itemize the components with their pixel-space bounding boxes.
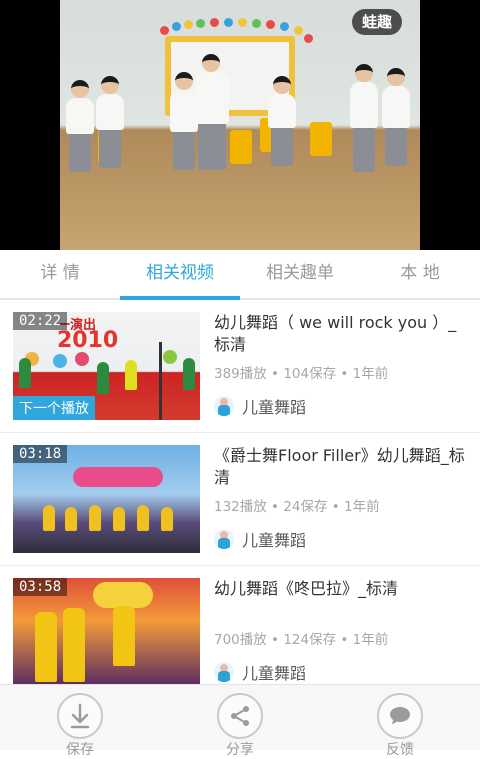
watermark-logo: 蛙趣 bbox=[351, 9, 402, 35]
tab-bar: 详 情 相关视频 相关趣单 本 地 bbox=[0, 250, 480, 300]
video-info: 幼儿舞蹈《咚巴拉》_标清 700播放 • 124保存 • 1年前 bbox=[214, 578, 466, 648]
download-icon bbox=[57, 693, 103, 739]
video-list-item[interactable]: 03:58 幼儿舞蹈《咚巴拉》_标清 700播放 • 124保存 • 1年前 儿… bbox=[0, 566, 480, 699]
video-frame[interactable] bbox=[60, 0, 420, 250]
video-stats: 132播放 • 24保存 • 1年前 bbox=[214, 499, 380, 515]
dancer bbox=[195, 54, 229, 170]
video-stats: 700播放 • 124保存 • 1年前 bbox=[214, 632, 389, 648]
video-thumbnail[interactable]: 03:18 bbox=[13, 445, 200, 553]
channel-link[interactable]: 儿童舞蹈 bbox=[214, 660, 306, 684]
channel-link[interactable]: 儿童舞蹈 bbox=[214, 394, 306, 418]
performer bbox=[113, 507, 125, 531]
dancer bbox=[170, 72, 198, 170]
video-title[interactable]: 幼儿舞蹈《咚巴拉》_标清 bbox=[214, 578, 466, 622]
save-label: 保存 bbox=[66, 742, 94, 758]
tab-local[interactable]: 本 地 bbox=[360, 250, 480, 298]
video-list-item[interactable]: 一演出 2010 02:22 下一个播放 幼儿舞蹈（ we will rock … bbox=[0, 300, 480, 433]
video-stats: 389播放 • 104保存 • 1年前 bbox=[214, 366, 389, 382]
performer bbox=[63, 608, 85, 682]
performer bbox=[19, 358, 31, 388]
pinwheel bbox=[53, 354, 67, 368]
dancer bbox=[382, 68, 410, 166]
feedback-label: 反馈 bbox=[386, 742, 414, 758]
share-icon bbox=[217, 693, 263, 739]
duration-label: 02:22 bbox=[13, 312, 68, 330]
thumbnail-year-text: 2010 bbox=[57, 328, 119, 353]
performer bbox=[65, 507, 77, 531]
tab-related-videos[interactable]: 相关视频 bbox=[120, 250, 240, 300]
stage-decoration bbox=[93, 582, 153, 608]
video-title[interactable]: 幼儿舞蹈（ we will rock you ）_标清 bbox=[214, 312, 466, 356]
channel-avatar bbox=[214, 529, 234, 549]
balloon bbox=[224, 18, 233, 27]
performer bbox=[183, 358, 195, 390]
pinwheel bbox=[163, 350, 177, 364]
duration-label: 03:58 bbox=[13, 578, 68, 596]
channel-name: 儿童舞蹈 bbox=[242, 398, 307, 417]
chair bbox=[230, 130, 252, 164]
balloon bbox=[210, 18, 219, 27]
channel-name: 儿童舞蹈 bbox=[242, 664, 307, 683]
channel-avatar bbox=[214, 396, 234, 416]
channel-avatar bbox=[214, 662, 234, 682]
video-info: 幼儿舞蹈（ we will rock you ）_标清 389播放 • 104保… bbox=[214, 312, 466, 382]
bottom-action-bar: 保存 分享 反馈 bbox=[0, 684, 480, 758]
pinwheel bbox=[75, 352, 89, 366]
feedback-button[interactable]: 反馈 bbox=[320, 685, 480, 758]
tab-related-playlists[interactable]: 相关趣单 bbox=[240, 250, 360, 298]
save-button[interactable]: 保存 bbox=[0, 685, 160, 758]
performer bbox=[113, 606, 135, 666]
balloon bbox=[266, 20, 275, 29]
channel-name: 儿童舞蹈 bbox=[242, 531, 307, 550]
performer bbox=[89, 505, 101, 531]
balloon bbox=[280, 22, 289, 31]
performer bbox=[125, 360, 137, 390]
tab-details[interactable]: 详 情 bbox=[0, 250, 120, 298]
balloon bbox=[252, 19, 261, 28]
dancer bbox=[66, 80, 94, 172]
channel-link[interactable]: 儿童舞蹈 bbox=[214, 527, 306, 551]
performer bbox=[43, 505, 55, 531]
video-list-item[interactable]: 03:18 《爵士舞Floor Filler》幼儿舞蹈_标清 132播放 • 2… bbox=[0, 433, 480, 566]
performer bbox=[137, 505, 149, 531]
balloon bbox=[294, 26, 303, 35]
dancer bbox=[350, 64, 378, 172]
dancer bbox=[268, 76, 296, 166]
balloon bbox=[184, 20, 193, 29]
balloon bbox=[196, 19, 205, 28]
related-video-list: 一演出 2010 02:22 下一个播放 幼儿舞蹈（ we will rock … bbox=[0, 300, 480, 699]
video-player[interactable]: 蛙趣 bbox=[0, 0, 480, 250]
feedback-icon bbox=[377, 693, 423, 739]
stage-banner bbox=[73, 467, 163, 487]
dancer bbox=[96, 76, 124, 168]
mic-stand bbox=[159, 342, 162, 420]
balloon bbox=[304, 34, 313, 43]
share-button[interactable]: 分享 bbox=[160, 685, 320, 758]
share-label: 分享 bbox=[226, 742, 254, 758]
video-thumbnail[interactable]: 03:58 bbox=[13, 578, 200, 686]
balloon bbox=[238, 18, 247, 27]
video-thumbnail[interactable]: 一演出 2010 02:22 下一个播放 bbox=[13, 312, 200, 420]
chair bbox=[310, 122, 332, 156]
balloon bbox=[172, 22, 181, 31]
performer bbox=[35, 612, 57, 682]
performer bbox=[97, 362, 109, 394]
video-title[interactable]: 《爵士舞Floor Filler》幼儿舞蹈_标清 bbox=[214, 445, 466, 489]
duration-label: 03:18 bbox=[13, 445, 68, 463]
video-info: 《爵士舞Floor Filler》幼儿舞蹈_标清 132播放 • 24保存 • … bbox=[214, 445, 466, 515]
balloon bbox=[160, 26, 169, 35]
performer bbox=[161, 507, 173, 531]
next-up-badge: 下一个播放 bbox=[13, 396, 95, 420]
